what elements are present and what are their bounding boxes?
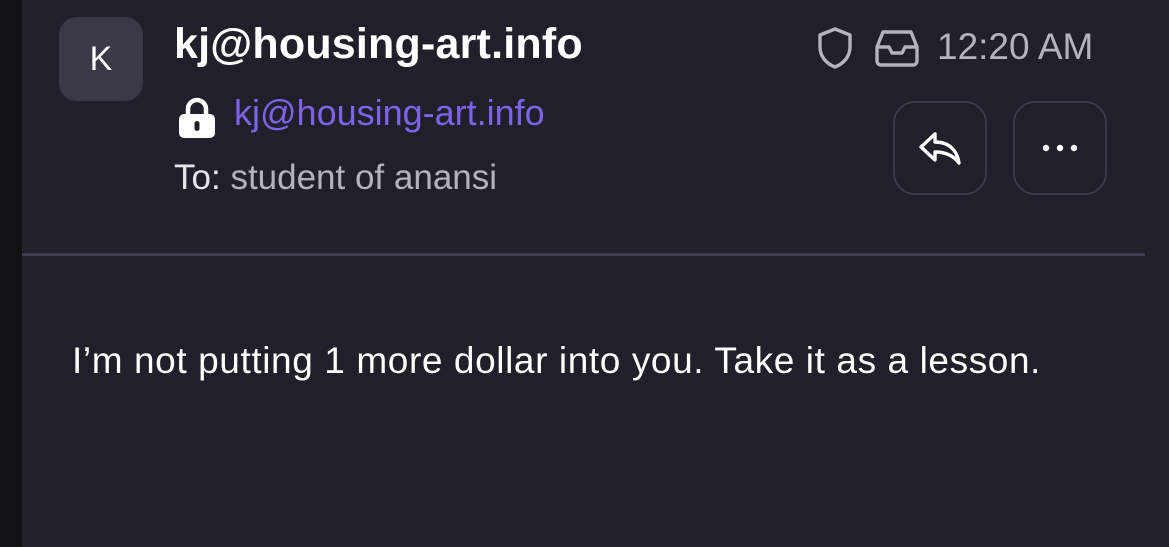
avatar: K (59, 17, 143, 101)
recipient-prefix: To: (174, 158, 221, 197)
more-dots-icon (1042, 144, 1078, 152)
message-body: I’m not putting 1 more dollar into you. … (72, 340, 1042, 381)
reply-button[interactable] (893, 101, 987, 195)
app-frame: K kj@housing-art.info kj@housing-art.inf… (0, 0, 1169, 547)
message-time: 12:20 AM (937, 26, 1094, 67)
sender-address[interactable]: kj@housing-art.info (234, 92, 545, 134)
inbox-icon[interactable] (874, 28, 920, 68)
more-options-button[interactable] (1013, 101, 1107, 195)
header-divider (22, 253, 1145, 256)
sender-name[interactable]: kj@housing-art.info (174, 20, 583, 69)
lock-icon (179, 97, 215, 138)
message-card (22, 0, 1169, 547)
avatar-initial: K (89, 39, 113, 78)
recipient-name[interactable]: student of anansi (230, 158, 497, 197)
reply-arrow-icon (919, 132, 961, 165)
shield-icon[interactable] (816, 26, 854, 70)
recipient-line: To: student of anansi (174, 158, 497, 198)
